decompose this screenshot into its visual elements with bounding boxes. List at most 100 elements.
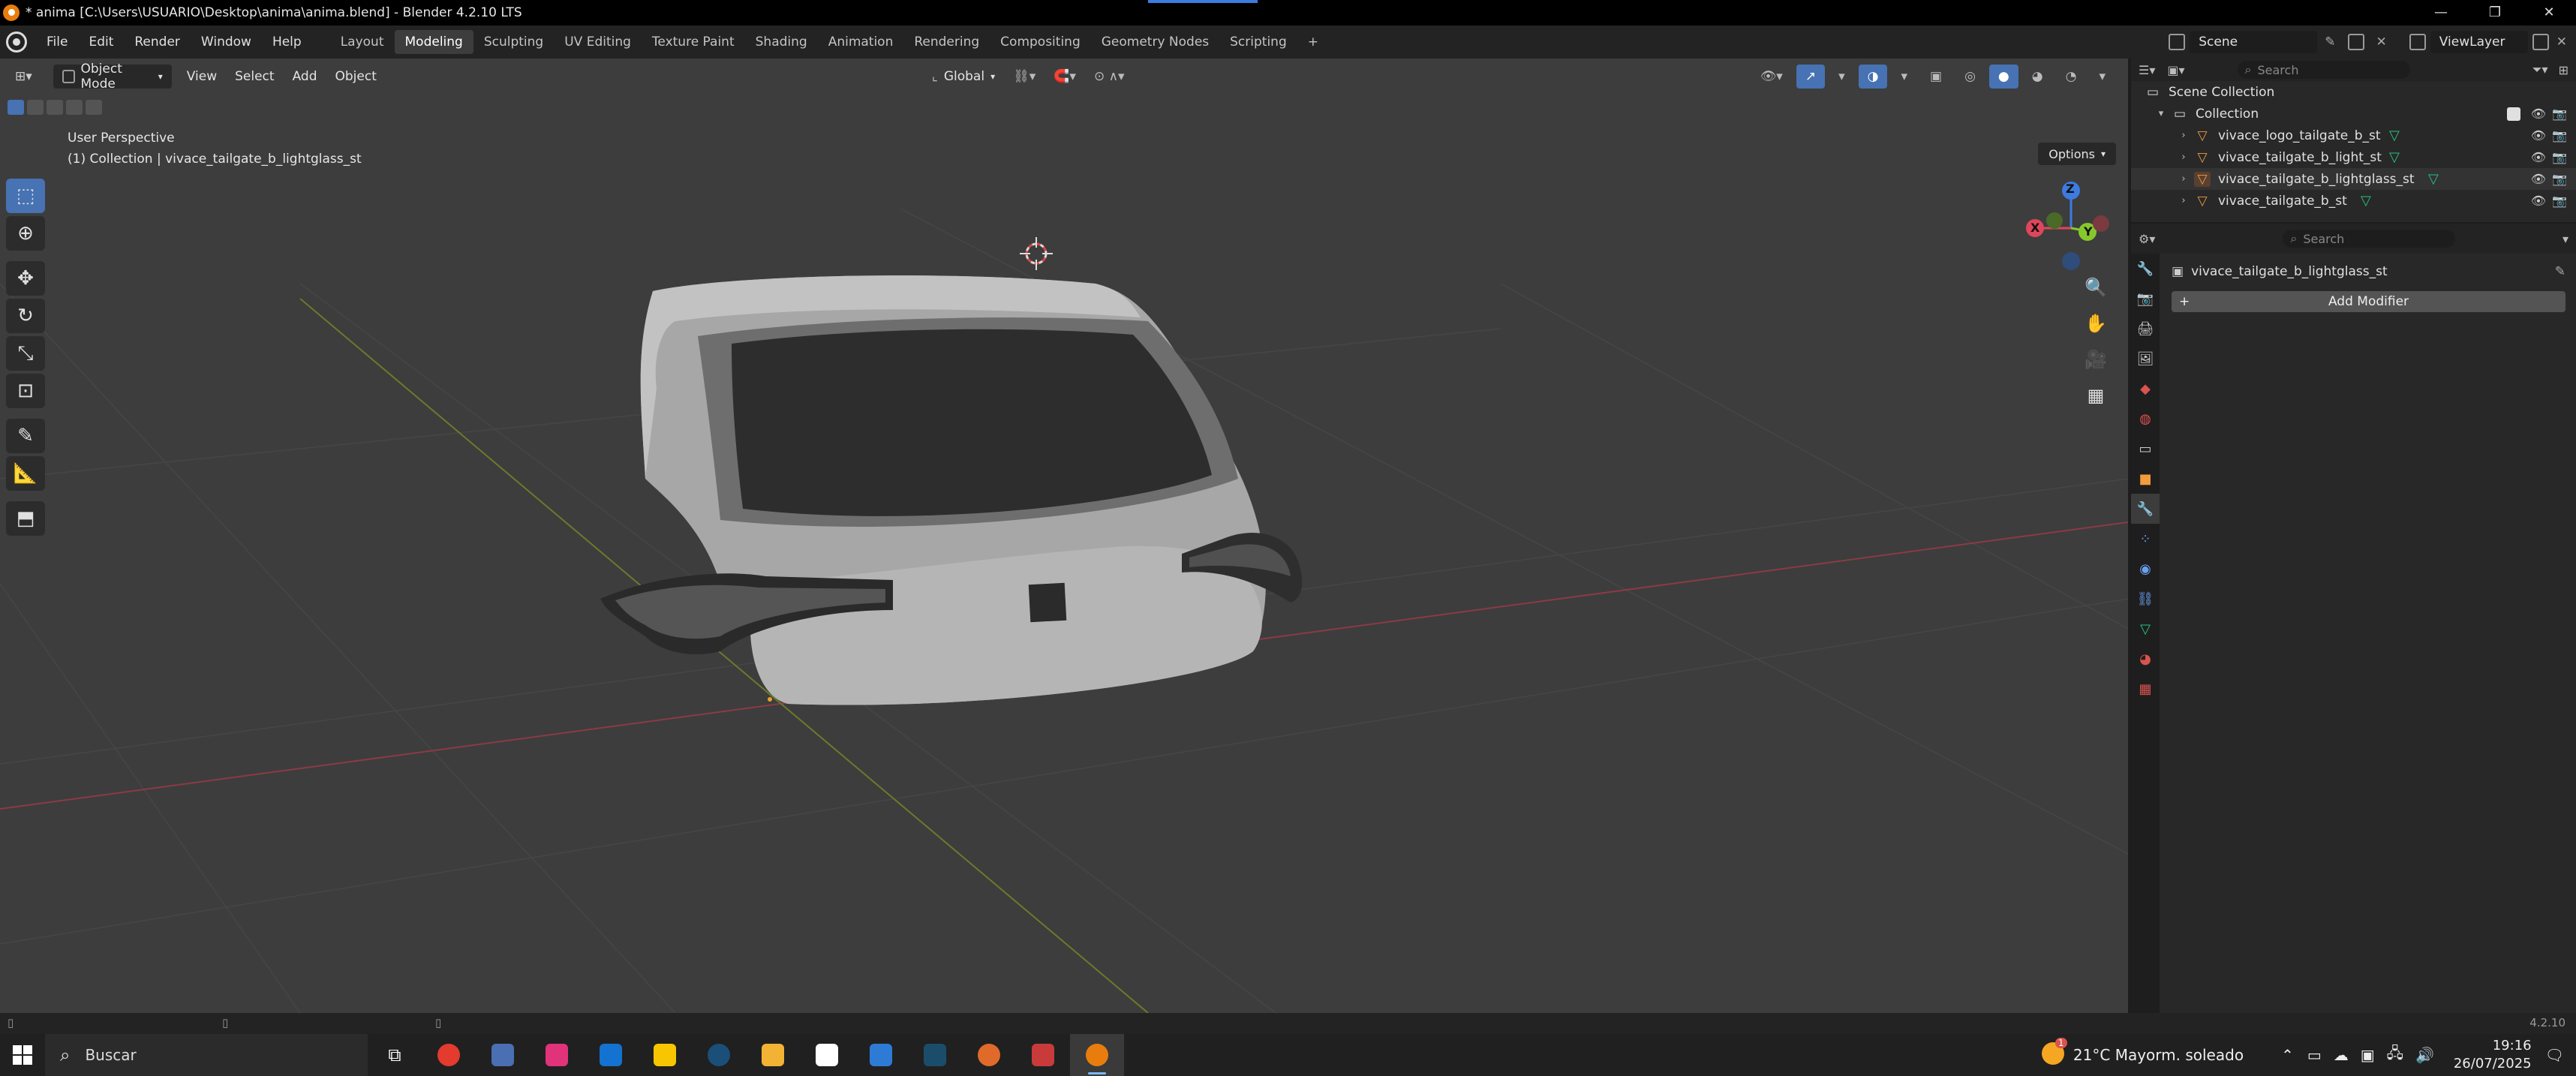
transform-tool-icon[interactable]: ⊡ — [6, 374, 45, 408]
eye-icon[interactable]: 👁 — [2531, 128, 2546, 143]
app-icon[interactable] — [1016, 1034, 1070, 1076]
task-view-icon[interactable]: ⧉ — [368, 1034, 422, 1076]
add-modifier-button[interactable]: + Add Modifier — [2172, 291, 2565, 312]
properties-editor-icon[interactable]: ⚙▾ — [2139, 232, 2155, 246]
network-icon[interactable]: 🖧 — [2387, 1042, 2403, 1068]
physics-tab-icon[interactable]: ◉ — [2131, 554, 2160, 584]
object-tab-icon[interactable]: ■ — [2131, 464, 2160, 494]
minimize-button[interactable]: — — [2414, 0, 2468, 26]
select-subtract-icon[interactable] — [47, 100, 63, 115]
scene-selector[interactable]: Scene — [2190, 31, 2318, 53]
select-invert-icon[interactable] — [66, 100, 83, 115]
outliner-item[interactable]: › ▽ vivace_tailgate_b_light_st ▽ 👁 📷 — [2131, 146, 2576, 168]
material-tab-icon[interactable]: ◕ — [2131, 644, 2160, 674]
tab-shading[interactable]: Shading — [745, 30, 818, 54]
tab-sculpting[interactable]: Sculpting — [473, 30, 554, 54]
calculator-icon[interactable] — [908, 1034, 962, 1076]
capcut-icon[interactable] — [800, 1034, 854, 1076]
camera-icon[interactable]: 📷 — [2552, 107, 2567, 121]
world-tab-icon[interactable]: ◍ — [2131, 404, 2160, 434]
weather-icon[interactable]: 1 — [2041, 1037, 2067, 1068]
windows-start-button[interactable] — [0, 1034, 45, 1076]
pin-icon[interactable]: ✎ — [2325, 35, 2335, 50]
measure-tool-icon[interactable]: 📐 — [6, 456, 45, 491]
remove-view-layer-icon[interactable]: ✕ — [2556, 35, 2567, 50]
overlays-toggle-icon[interactable]: ◑ — [1858, 65, 1888, 89]
gizmo-menu-icon[interactable]: ▾ — [1829, 65, 1854, 89]
volume-icon[interactable]: 🔊 — [2415, 1046, 2434, 1064]
camera-icon[interactable]: 📷 — [2552, 128, 2567, 143]
rotate-tool-icon[interactable]: ↻ — [6, 299, 45, 333]
menu-view[interactable]: View — [178, 65, 226, 89]
cursor-tool-icon[interactable]: ⊕ — [6, 216, 45, 251]
gizmo-toggle-icon[interactable]: ↗ — [1796, 65, 1826, 89]
app-tray-icon[interactable]: ▭ — [2307, 1046, 2322, 1064]
transform-orientation[interactable]: ⌞ Global ▾ — [923, 65, 1004, 89]
select-extend-icon[interactable] — [27, 100, 44, 115]
eye-icon[interactable]: 👁 — [2531, 194, 2546, 208]
blender-taskbar-icon[interactable] — [1070, 1034, 1124, 1076]
move-tool-icon[interactable]: ✥ — [6, 261, 45, 296]
camera-icon[interactable]: 📷 — [2552, 172, 2567, 186]
mode-selector[interactable]: Object Mode ▾ — [53, 62, 172, 92]
scale-tool-icon[interactable]: ⤡ — [6, 336, 45, 371]
zoom-icon[interactable]: 🔍 — [2079, 270, 2113, 305]
sticky-notes-icon[interactable] — [638, 1034, 692, 1076]
gizmo-y-label[interactable]: Y — [2084, 224, 2093, 239]
pin-icon[interactable]: ✎ — [2555, 264, 2565, 279]
outliner-item[interactable]: › ▽ vivace_logo_tailgate_b_st ▽ 👁 📷 — [2131, 125, 2576, 146]
view-layer-selector[interactable]: ViewLayer — [2430, 31, 2528, 53]
output-tab-icon[interactable]: 🖨 — [2131, 314, 2160, 344]
new-scene-icon[interactable] — [2347, 34, 2364, 50]
outliner-item[interactable]: › ▽ vivace_tailgate_b_st ▽ 👁 📷 — [2131, 190, 2576, 212]
data-tab-icon[interactable]: ▽ — [2131, 614, 2160, 644]
app-icon[interactable] — [854, 1034, 908, 1076]
collection-tab-icon[interactable]: ▭ — [2131, 434, 2160, 464]
select-new-icon[interactable] — [8, 100, 24, 115]
new-view-layer-icon[interactable] — [2532, 34, 2549, 50]
pan-hand-icon[interactable]: ✋ — [2079, 306, 2113, 341]
tab-layout[interactable]: Layout — [330, 30, 395, 54]
editor-type-icon[interactable]: ⊞▾ — [6, 65, 41, 89]
camera-icon[interactable]: 📷 — [2552, 150, 2567, 164]
gizmo-z-label[interactable]: Z — [2066, 182, 2075, 196]
3d-viewport[interactable]: Z X Y ⊞▾ Object Mode ▾ View Select Add O… — [0, 59, 2128, 1013]
menu-render[interactable]: Render — [124, 35, 191, 50]
gizmo-x-label[interactable]: X — [2030, 221, 2039, 235]
view-layer-tab-icon[interactable]: 🖼 — [2131, 344, 2160, 374]
chevron-up-icon[interactable]: ⌃ — [2281, 1046, 2294, 1064]
exclude-checkbox[interactable] — [2507, 107, 2520, 121]
camera-view-icon[interactable]: 🎥 — [2079, 342, 2113, 377]
tab-texture-paint[interactable]: Texture Paint — [642, 30, 745, 54]
app-icon[interactable] — [530, 1034, 584, 1076]
outliner-search-input[interactable]: ⌕ Search — [2237, 61, 2410, 79]
weather-label[interactable]: 21°C Mayorm. soleado — [2073, 1046, 2244, 1064]
shading-menu-icon[interactable]: ▾ — [2090, 65, 2115, 89]
remove-scene-icon[interactable]: ✕ — [2376, 35, 2387, 50]
proportional-edit-icon[interactable]: ⊙ ∧▾ — [1085, 65, 1134, 89]
menu-select[interactable]: Select — [226, 65, 283, 89]
steam-icon[interactable] — [692, 1034, 746, 1076]
render-tab-icon[interactable]: 📷 — [2131, 284, 2160, 314]
tab-animation[interactable]: Animation — [818, 30, 904, 54]
maximize-button[interactable]: ❐ — [2468, 0, 2522, 26]
outliner-item-selected[interactable]: › ▽ vivace_tailgate_b_lightglass_st ▽ 👁 … — [2131, 168, 2576, 190]
eye-icon[interactable]: 👁 — [2531, 150, 2546, 164]
options-dropdown[interactable]: Options ▾ — [2038, 143, 2116, 165]
chrome-icon[interactable] — [422, 1034, 476, 1076]
select-intersect-icon[interactable] — [86, 100, 102, 115]
scene-collection-row[interactable]: ▭ Scene Collection — [2131, 81, 2576, 103]
texture-tab-icon[interactable]: ▦ — [2131, 674, 2160, 704]
filter-icon[interactable]: ⏷▾ — [2532, 62, 2548, 77]
menu-object[interactable]: Object — [326, 65, 386, 89]
expand-icon[interactable]: › — [2176, 130, 2191, 141]
expand-icon[interactable]: › — [2176, 152, 2191, 163]
collapse-icon[interactable]: ▾ — [2154, 108, 2169, 119]
collection-row[interactable]: ▾ ▭ Collection 👁 📷 — [2131, 103, 2576, 125]
chevron-down-icon[interactable]: ▾ — [2562, 232, 2568, 246]
rendered-shading-icon[interactable]: ◔ — [2057, 65, 2086, 89]
snap-icon[interactable]: 🧲▾ — [1045, 65, 1085, 89]
properties-search-input[interactable]: ⌕ Search — [2283, 230, 2456, 248]
camera-icon[interactable]: 📷 — [2552, 194, 2567, 208]
tab-geometry-nodes[interactable]: Geometry Nodes — [1091, 30, 1219, 54]
